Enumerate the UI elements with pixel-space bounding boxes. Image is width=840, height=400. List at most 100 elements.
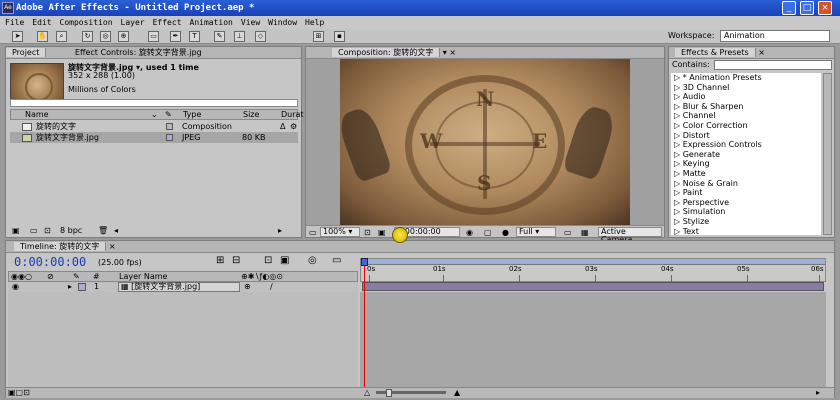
column-layer-name[interactable]: Layer Name: [119, 272, 167, 282]
list-item[interactable]: ▷ Generate: [671, 150, 821, 160]
list-item[interactable]: ▷ Distort: [671, 131, 821, 141]
pan-behind-tool-icon[interactable]: ⊕: [118, 31, 129, 42]
menu-file[interactable]: File: [5, 16, 24, 29]
list-item[interactable]: ▷ Simulation: [671, 207, 821, 217]
quality-switch-icon[interactable]: ∕: [270, 282, 273, 292]
close-tab-icon[interactable]: ×: [109, 242, 116, 251]
switches-icon[interactable]: ⊕✱∖ƒ◐◎⊙: [241, 272, 283, 282]
layer-duration-bar[interactable]: [362, 282, 824, 291]
show-snapshot-icon[interactable]: ▢: [484, 227, 492, 238]
lock-icon[interactable]: ⊘: [47, 272, 54, 282]
layer-row[interactable]: ◉ ▸ 1 ▦ [旋转文字背景.jpg] ⊕ ∕: [8, 282, 358, 292]
tab-effects-presets[interactable]: Effects & Presets: [675, 48, 756, 57]
menu-composition[interactable]: Composition: [60, 16, 113, 29]
label-column-icon[interactable]: ✎: [165, 110, 172, 120]
collapse-switch-icon[interactable]: ⊕: [244, 282, 251, 292]
list-item[interactable]: ▷ Perspective: [671, 198, 821, 208]
menu-view[interactable]: View: [241, 16, 260, 29]
close-tab-icon[interactable]: ×: [449, 48, 456, 57]
hide-shy-layers-icon[interactable]: ⊡: [264, 255, 272, 266]
flowchart-icon[interactable]: ⚙: [290, 121, 297, 132]
menu-help[interactable]: Help: [305, 16, 324, 29]
selection-tool-icon[interactable]: ➤: [12, 31, 23, 42]
region-of-interest-icon[interactable]: ▭: [564, 227, 572, 238]
close-tab-icon[interactable]: ×: [758, 48, 765, 57]
time-ruler[interactable]: 0s 01s 02s 03s 04s 05s 06s: [360, 258, 826, 282]
label-swatch[interactable]: [78, 283, 86, 291]
column-name[interactable]: Name: [25, 110, 49, 120]
magnification-dropdown[interactable]: 100% ▾: [320, 227, 360, 237]
tab-effect-controls[interactable]: Effect Controls: 旋转文字背景.jpg: [69, 48, 208, 57]
always-preview-icon[interactable]: ▭: [309, 227, 317, 238]
label-swatch[interactable]: [166, 123, 173, 130]
menu-layer[interactable]: Layer: [121, 16, 145, 29]
column-type[interactable]: Type: [183, 110, 201, 120]
zoom-in-icon[interactable]: ▲: [454, 388, 460, 397]
graph-editor-icon[interactable]: ▭: [332, 255, 341, 266]
list-item[interactable]: ▷ Text: [671, 227, 821, 236]
channel-color-icon[interactable]: ●: [502, 227, 509, 238]
layer-name-field[interactable]: ▦ [旋转文字背景.jpg]: [118, 282, 240, 292]
3d-view-dropdown[interactable]: Active Camera: [598, 227, 662, 244]
list-item[interactable]: ▷ * Animation Presets: [671, 73, 821, 83]
current-time-display[interactable]: 0:00:00:00: [14, 255, 86, 269]
rectangle-mask-tool-icon[interactable]: ▭: [148, 31, 159, 42]
close-button[interactable]: ×: [818, 1, 832, 15]
effects-search-input[interactable]: [714, 60, 832, 70]
list-item[interactable]: ▷ Keying: [671, 159, 821, 169]
draft-3d-icon[interactable]: ⊟: [232, 255, 240, 266]
bpc-label[interactable]: 8 bpc: [60, 225, 82, 236]
column-duration[interactable]: Durat: [281, 110, 304, 120]
rotate-tool-icon[interactable]: ↻: [82, 31, 93, 42]
sort-chevron-icon[interactable]: ⌄: [151, 110, 158, 120]
effects-scrollbar[interactable]: [823, 73, 832, 235]
list-item[interactable]: ▷ Blur & Sharpen: [671, 102, 821, 112]
clone-stamp-tool-icon[interactable]: ⊥: [234, 31, 245, 42]
composition-viewer[interactable]: N S E W: [340, 59, 630, 225]
minimize-button[interactable]: _: [782, 1, 796, 15]
resolution-dropdown[interactable]: Full ▾: [516, 227, 556, 237]
menu-window[interactable]: Window: [268, 16, 297, 29]
workspace-dropdown[interactable]: Animation: [720, 30, 830, 42]
maximize-button[interactable]: □: [800, 1, 814, 15]
project-row[interactable]: 旋转的文字 Composition Δ ⚙: [10, 121, 298, 132]
scroll-left-icon[interactable]: ◂: [114, 225, 118, 236]
menu-effect[interactable]: Effect: [153, 16, 182, 29]
brush-tool-icon[interactable]: ✎: [214, 31, 225, 42]
new-folder-icon[interactable]: ▭: [30, 225, 38, 236]
comp-menu-chevron-icon[interactable]: ▾: [443, 48, 447, 57]
av-features-icon[interactable]: ◉◉○: [11, 272, 32, 282]
list-item[interactable]: ▷ Stylize: [671, 217, 821, 227]
eraser-tool-icon[interactable]: ◇: [255, 31, 266, 42]
tab-project[interactable]: Project: [6, 48, 47, 57]
list-item[interactable]: ▷ Audio: [671, 92, 821, 102]
scroll-right-icon[interactable]: ▸: [278, 225, 282, 236]
list-item[interactable]: ▷ Noise & Grain: [671, 179, 821, 189]
label-column-icon[interactable]: ✎: [73, 272, 80, 282]
list-item[interactable]: ▷ Color Correction: [671, 121, 821, 131]
scroll-right-icon[interactable]: ▸: [816, 388, 820, 397]
list-item[interactable]: ▷ Expression Controls: [671, 140, 821, 150]
eye-icon[interactable]: ◉: [12, 282, 19, 292]
label-swatch[interactable]: [166, 134, 173, 141]
list-item[interactable]: ▷ Matte: [671, 169, 821, 179]
camera-tool-icon[interactable]: ◎: [100, 31, 111, 42]
timeline-zoom-knob[interactable]: [386, 389, 392, 397]
zoom-tool-icon[interactable]: ⌕: [56, 31, 67, 42]
project-search-input[interactable]: [10, 99, 298, 107]
transparency-grid-icon[interactable]: ▦: [581, 227, 589, 238]
menu-edit[interactable]: Edit: [32, 16, 51, 29]
list-item[interactable]: ▷ Channel: [671, 111, 821, 121]
world-axis-icon[interactable]: ▪: [334, 31, 345, 42]
frame-blending-icon[interactable]: ▣: [280, 255, 289, 266]
column-size[interactable]: Size: [243, 110, 259, 120]
type-tool-icon[interactable]: T: [189, 31, 200, 42]
list-item[interactable]: ▷ Paint: [671, 188, 821, 198]
hand-tool-icon[interactable]: ✋: [37, 31, 48, 42]
live-update-icon[interactable]: ⊞: [216, 255, 224, 266]
toggle-switches-icon[interactable]: ▣▢⊡: [8, 388, 30, 397]
pen-tool-icon[interactable]: ✒: [170, 31, 181, 42]
tab-composition[interactable]: Composition: 旋转的文字: [332, 48, 441, 57]
tab-timeline[interactable]: Timeline: 旋转的文字: [14, 242, 107, 251]
new-comp-icon[interactable]: ⊡: [44, 225, 51, 236]
